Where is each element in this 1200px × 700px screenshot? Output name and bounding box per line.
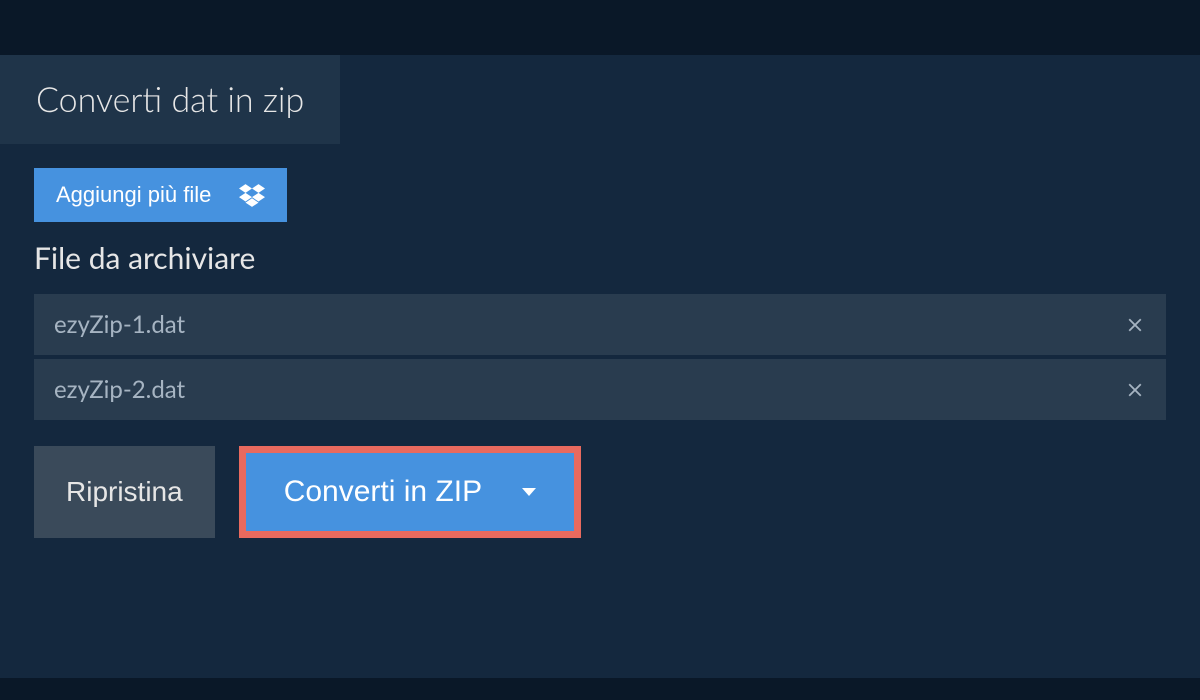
dropbox-icon xyxy=(239,182,265,208)
restore-label: Ripristina xyxy=(66,476,183,507)
main-content: Aggiungi più file File da archiviare ezy… xyxy=(0,144,1200,562)
convert-label: Converti in ZIP xyxy=(284,475,482,509)
close-icon[interactable] xyxy=(1124,314,1146,336)
tab-container: Converti dat in zip xyxy=(0,55,1200,144)
top-bar xyxy=(0,0,1200,55)
file-name: ezyZip-1.dat xyxy=(54,310,185,339)
tab-convert-dat-zip[interactable]: Converti dat in zip xyxy=(0,55,340,144)
bottom-bar xyxy=(0,678,1200,700)
button-row: Ripristina Converti in ZIP xyxy=(34,446,1166,538)
file-list: ezyZip-1.dat ezyZip-2.dat xyxy=(34,294,1166,420)
add-files-label: Aggiungi più file xyxy=(56,182,211,208)
tab-label: Converti dat in zip xyxy=(36,79,304,120)
restore-button[interactable]: Ripristina xyxy=(34,446,215,538)
file-row: ezyZip-2.dat xyxy=(34,359,1166,420)
section-title: File da archiviare xyxy=(34,240,1166,276)
chevron-down-icon xyxy=(522,488,536,496)
convert-button-highlight: Converti in ZIP xyxy=(239,446,581,538)
file-row: ezyZip-1.dat xyxy=(34,294,1166,355)
file-name: ezyZip-2.dat xyxy=(54,375,185,404)
add-files-button[interactable]: Aggiungi più file xyxy=(34,168,287,222)
close-icon[interactable] xyxy=(1124,379,1146,401)
convert-button[interactable]: Converti in ZIP xyxy=(246,453,574,531)
